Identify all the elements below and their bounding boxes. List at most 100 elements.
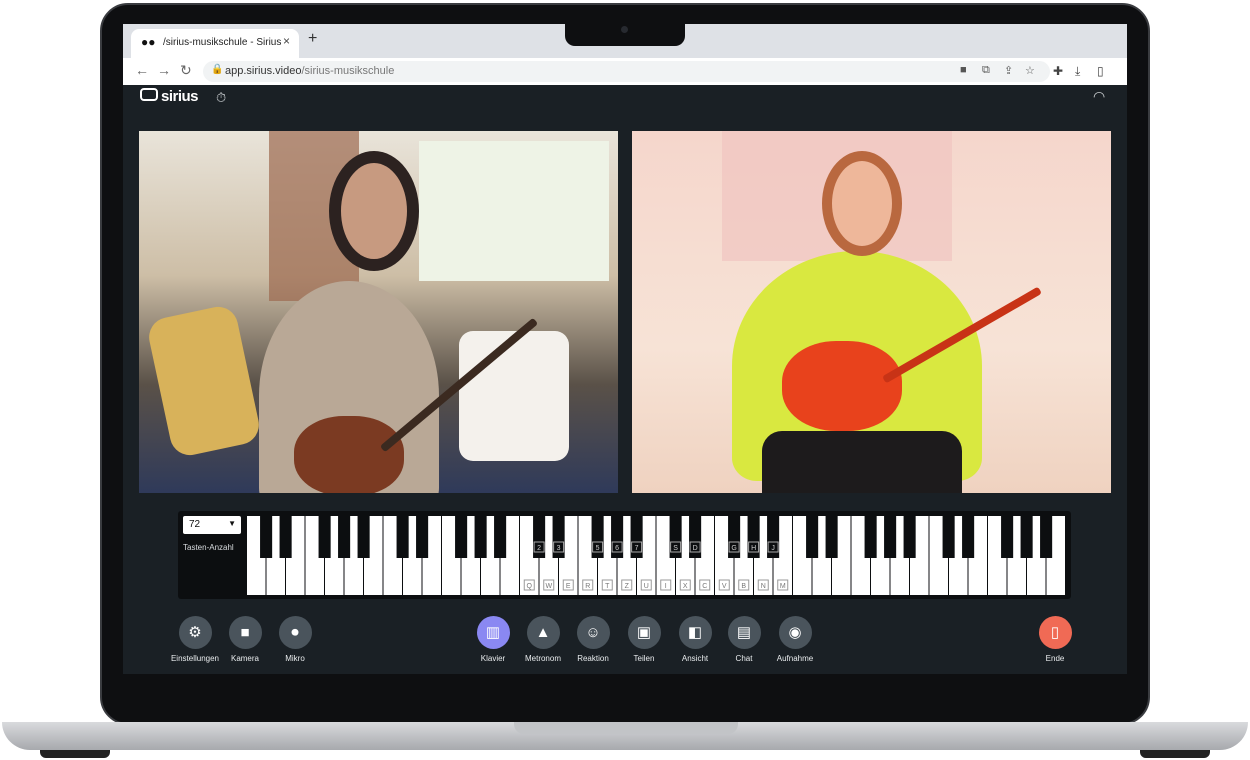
app-header: sirius ⏱ ◠: [123, 85, 1127, 113]
piano-black-key[interactable]: [1020, 516, 1033, 558]
back-arrow-icon[interactable]: ←: [135, 62, 149, 78]
screen: ●● /sirius-musikschule - Sirius × + ← → …: [123, 24, 1127, 674]
piano-black-key[interactable]: [942, 516, 955, 558]
piano-panel: 72 ▼ Tasten-Anzahl Q W E R T Z U I X C V B N M 2 3 5 6 7 S D…: [178, 511, 1071, 599]
laptop-foot: [40, 750, 110, 758]
piano-black-key[interactable]: [338, 516, 351, 558]
piano-black-key[interactable]: [1001, 516, 1014, 558]
key-hint-label: Q: [527, 583, 533, 590]
control-ende-button[interactable]: ▯ Ende: [1025, 616, 1085, 663]
key-hint-label: D: [693, 545, 698, 552]
key-hint-label: R: [585, 583, 590, 590]
piano-black-key[interactable]: [455, 516, 468, 558]
key-hint-label: I: [665, 583, 667, 590]
yellow-pillow: [145, 303, 263, 459]
webcam-dot: [621, 26, 628, 33]
key-count-label: Tasten-Anzahl: [183, 543, 234, 552]
download-icon[interactable]: ⤓: [1075, 64, 1080, 79]
smiley-icon: ☺: [576, 616, 610, 649]
piano-black-key[interactable]: [884, 516, 897, 558]
close-icon[interactable]: ×: [283, 34, 290, 48]
bookmark-star-icon[interactable]: ☆: [1025, 64, 1035, 77]
piano-black-key[interactable]: [962, 516, 975, 558]
microphone-icon: ⏺: [278, 616, 312, 649]
key-hint-label: 7: [635, 545, 639, 552]
piano-black-key[interactable]: [864, 516, 877, 558]
piano-black-key[interactable]: [396, 516, 409, 558]
key-hint-label: B: [741, 583, 746, 590]
piano-black-key[interactable]: [357, 516, 370, 558]
control-label: Mikro: [285, 654, 305, 663]
share-icon[interactable]: ⇪: [1004, 64, 1013, 77]
control-label: Ende: [1045, 654, 1065, 663]
translate-icon[interactable]: ⧉: [982, 64, 990, 77]
piano-black-key[interactable]: [494, 516, 507, 558]
laptop-base: [2, 722, 1248, 750]
key-hint-label: N: [761, 583, 766, 590]
new-tab-button[interactable]: +: [308, 30, 317, 48]
reload-icon[interactable]: ↻: [180, 62, 192, 79]
white-pillow: [459, 331, 569, 461]
url-text: app.sirius.video/sirius-musikschule: [225, 65, 394, 77]
person-legs: [762, 431, 962, 493]
browser-tab[interactable]: ●● /sirius-musikschule - Sirius ×: [131, 29, 299, 58]
metronome-icon: ▲: [526, 616, 560, 649]
person-head: [822, 151, 902, 256]
speedometer-icon[interactable]: ◠: [1093, 88, 1105, 105]
key-hint-label: 5: [596, 545, 600, 552]
key-hint-label: W: [545, 583, 552, 590]
ukulele-body: [782, 341, 902, 431]
url-host: app.sirius.video: [225, 65, 302, 77]
chevron-down-icon: ▼: [228, 519, 236, 528]
key-hint-label: X: [683, 583, 688, 590]
key-hint-label: V: [722, 583, 727, 590]
video-camera-icon: ■: [228, 616, 262, 649]
extensions-icon[interactable]: ✚: [1053, 64, 1063, 78]
camera-notch: [565, 22, 685, 46]
control-label: Aufnahme: [776, 654, 814, 663]
piano-black-key[interactable]: [1040, 516, 1053, 558]
logo-text: sirius: [161, 88, 199, 105]
key-hint-label: M: [780, 583, 786, 590]
browser-toolbar: ← → ↻ 🔒 app.sirius.video/sirius-musiksch…: [123, 58, 1127, 85]
piano-black-key[interactable]: [318, 516, 331, 558]
sirius-logo-icon: ●●: [141, 35, 156, 49]
laptop-base-notch: [514, 722, 738, 734]
piano-black-key[interactable]: [279, 516, 292, 558]
camera-permission-icon[interactable]: ■: [960, 64, 967, 76]
ukulele-body: [294, 416, 404, 493]
key-hint-label: T: [605, 583, 610, 590]
key-hint-label: U: [644, 583, 649, 590]
tab-title: /sirius-musikschule - Sirius: [163, 37, 282, 48]
piano-icon: ▥: [476, 616, 510, 649]
video-tile-participant-2[interactable]: [632, 131, 1111, 493]
key-hint-label: G: [731, 545, 736, 552]
key-hint-label: 3: [557, 545, 561, 552]
chat-icon: ▤: [727, 616, 761, 649]
piano-black-key[interactable]: [416, 516, 429, 558]
window: [419, 141, 609, 281]
piano-black-key[interactable]: [260, 516, 273, 558]
forward-arrow-icon[interactable]: →: [157, 62, 171, 78]
laptop-foot: [1140, 750, 1210, 758]
video-tile-participant-1[interactable]: [139, 131, 618, 493]
piano-black-key[interactable]: [903, 516, 916, 558]
key-hint-label: 2: [537, 545, 541, 552]
gear-icon: ⚙: [178, 616, 212, 649]
key-hint-label: Z: [625, 583, 630, 590]
piano-black-key[interactable]: [474, 516, 487, 558]
key-hint-label: E: [566, 583, 571, 590]
lock-icon: 🔒: [211, 64, 224, 75]
control-mikro-button[interactable]: ⏺ Mikro: [265, 616, 325, 663]
share-screen-icon: ▣: [627, 616, 661, 649]
piano-keyboard[interactable]: Q W E R T Z U I X C V B N M 2 3 5 6 7 S D G H J: [247, 516, 1066, 595]
side-panel-icon[interactable]: ▯: [1097, 64, 1104, 78]
address-bar[interactable]: 🔒 app.sirius.video/sirius-musikschule ■ …: [203, 61, 1050, 82]
stopwatch-icon[interactable]: ⏱: [216, 90, 226, 106]
control-aufnahme-button[interactable]: ◉ Aufnahme: [765, 616, 825, 663]
key-hint-label: C: [702, 583, 707, 590]
key-count-value: 72: [189, 519, 201, 530]
piano-black-key[interactable]: [806, 516, 819, 558]
key-count-select[interactable]: 72 ▼: [183, 516, 241, 534]
piano-black-key[interactable]: [825, 516, 838, 558]
